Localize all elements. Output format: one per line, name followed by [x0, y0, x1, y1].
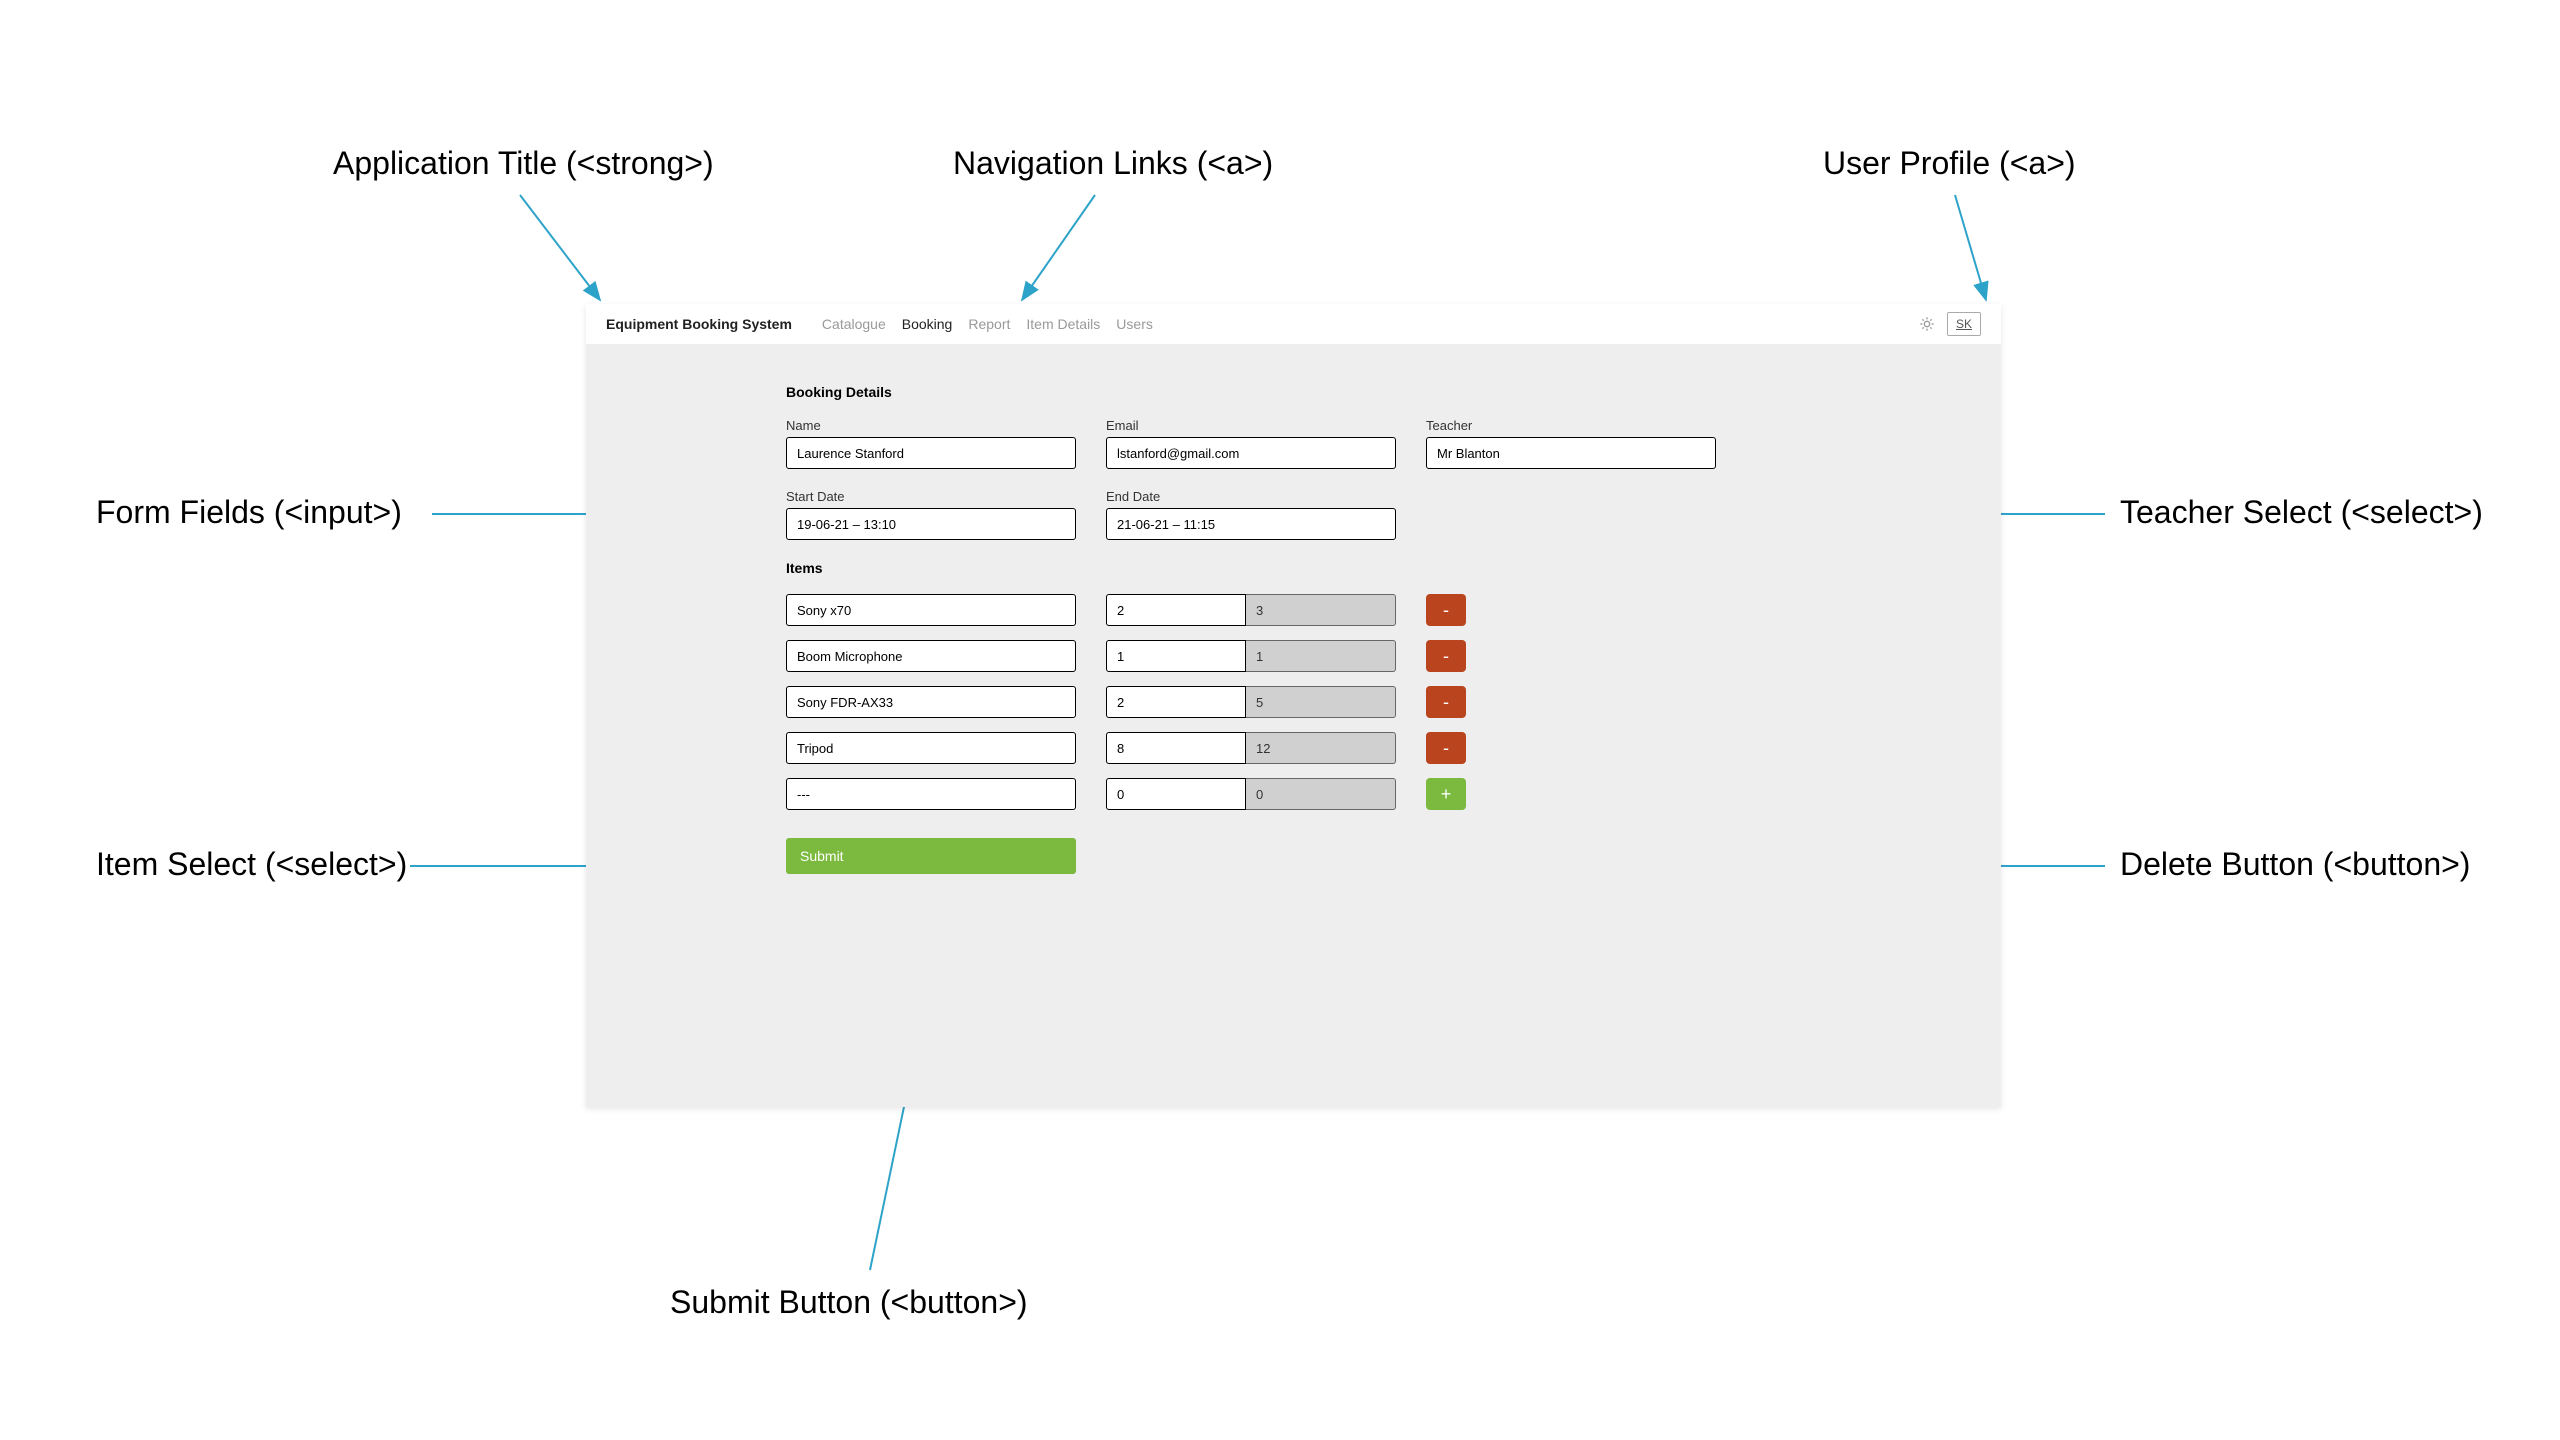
- email-input[interactable]: [1106, 437, 1396, 469]
- submit-button[interactable]: Submit: [786, 838, 1076, 874]
- content-area: Booking Details Name Email Teacher Start…: [586, 344, 2001, 914]
- app-title: Equipment Booking System: [606, 316, 792, 332]
- add-button[interactable]: +: [1426, 778, 1466, 810]
- nav-link-item-details[interactable]: Item Details: [1026, 316, 1100, 332]
- item-select[interactable]: [786, 640, 1076, 672]
- item-row: +: [786, 778, 1801, 810]
- quantity-input[interactable]: [1106, 686, 1246, 718]
- nav-link-booking[interactable]: Booking: [902, 316, 953, 332]
- available-display: [1246, 686, 1396, 718]
- quantity-input[interactable]: [1106, 732, 1246, 764]
- delete-button[interactable]: -: [1426, 594, 1466, 626]
- quantity-input[interactable]: [1106, 640, 1246, 672]
- app-window: Equipment Booking System Catalogue Booki…: [586, 304, 2001, 1107]
- nav-link-report[interactable]: Report: [968, 316, 1010, 332]
- item-row: -: [786, 640, 1801, 672]
- available-display: [1246, 640, 1396, 672]
- nav-link-users[interactable]: Users: [1116, 316, 1153, 332]
- delete-button[interactable]: -: [1426, 686, 1466, 718]
- item-select[interactable]: [786, 732, 1076, 764]
- section-heading-items: Items: [786, 560, 1801, 576]
- quantity-input[interactable]: [1106, 778, 1246, 810]
- item-row: -: [786, 686, 1801, 718]
- name-input[interactable]: [786, 437, 1076, 469]
- section-heading-booking-details: Booking Details: [786, 384, 1801, 400]
- quantity-input[interactable]: [1106, 594, 1246, 626]
- item-row: -: [786, 594, 1801, 626]
- end-date-input[interactable]: [1106, 508, 1396, 540]
- header-bar: Equipment Booking System Catalogue Booki…: [586, 304, 2001, 344]
- start-date-input[interactable]: [786, 508, 1076, 540]
- name-label: Name: [786, 418, 1076, 433]
- teacher-select[interactable]: [1426, 437, 1716, 469]
- nav: Catalogue Booking Report Item Details Us…: [822, 316, 1153, 332]
- available-display: [1246, 732, 1396, 764]
- delete-button[interactable]: -: [1426, 732, 1466, 764]
- available-display: [1246, 778, 1396, 810]
- nav-link-catalogue[interactable]: Catalogue: [822, 316, 886, 332]
- item-select[interactable]: [786, 594, 1076, 626]
- email-label: Email: [1106, 418, 1396, 433]
- teacher-label: Teacher: [1426, 418, 1716, 433]
- end-date-label: End Date: [1106, 489, 1396, 504]
- start-date-label: Start Date: [786, 489, 1076, 504]
- item-row: -: [786, 732, 1801, 764]
- item-select[interactable]: [786, 778, 1076, 810]
- delete-button[interactable]: -: [1426, 640, 1466, 672]
- user-profile-badge[interactable]: SK: [1947, 312, 1981, 336]
- sun-icon[interactable]: [1919, 316, 1935, 332]
- available-display: [1246, 594, 1396, 626]
- item-select[interactable]: [786, 686, 1076, 718]
